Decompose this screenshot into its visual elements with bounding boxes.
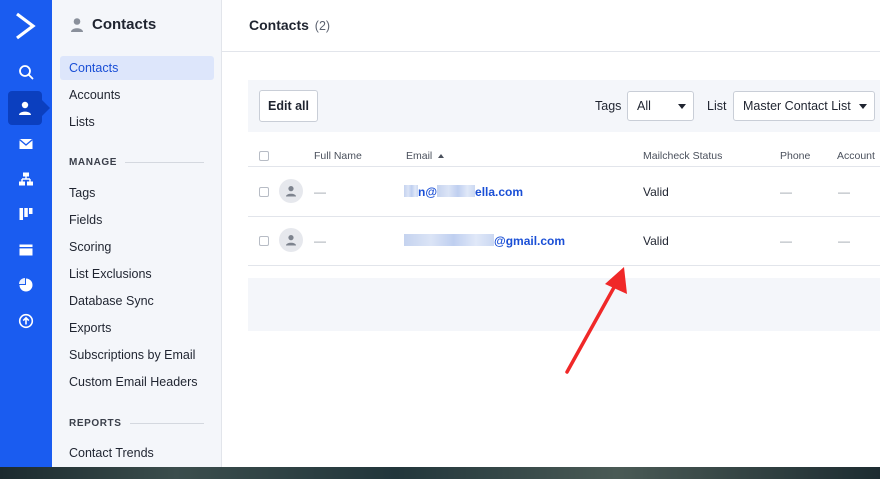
cell-account: — xyxy=(838,234,850,248)
app-icon-rail xyxy=(0,0,52,467)
nav-item-lists[interactable]: Lists xyxy=(60,110,214,134)
nav-item-exports[interactable]: Exports xyxy=(60,316,214,340)
tags-filter-value: All xyxy=(637,99,651,113)
page-title: Contacts (2) xyxy=(249,17,330,33)
list-filter-select[interactable]: Master Contact List xyxy=(733,91,875,121)
site-icon[interactable] xyxy=(0,233,52,267)
cell-email[interactable]: n@ ella.com xyxy=(404,185,523,199)
email-visible-start: n@ xyxy=(418,185,438,199)
email-icon[interactable] xyxy=(0,127,52,161)
column-mailcheck-status[interactable]: Mailcheck Status xyxy=(643,150,722,162)
avatar xyxy=(279,228,303,252)
cell-full-name: — xyxy=(314,234,326,248)
section-divider xyxy=(129,423,204,424)
list-filter-value: Master Contact List xyxy=(743,99,851,113)
table-header: Full Name Email Mailcheck Status Phone A… xyxy=(248,140,880,167)
main-content: Contacts (2) Edit all Tags All List Mast… xyxy=(222,0,880,467)
row-checkbox[interactable] xyxy=(259,187,269,197)
sort-ascending-icon xyxy=(438,154,445,158)
redacted-text xyxy=(404,234,494,246)
nav-item-tags[interactable]: Tags xyxy=(60,181,214,205)
person-icon xyxy=(286,235,296,246)
page-header: Contacts (2) xyxy=(222,0,880,52)
deals-icon[interactable] xyxy=(0,197,52,231)
subnav-title-label: Contacts xyxy=(92,16,157,33)
reports-section-heading: REPORTS xyxy=(69,418,204,429)
table-row[interactable]: — @gmail.com Valid — — xyxy=(248,217,880,266)
nav-item-contact-trends[interactable]: Contact Trends xyxy=(60,441,214,465)
select-all-checkbox[interactable] xyxy=(259,151,269,161)
list-filter-label: List xyxy=(707,99,727,113)
column-email-label: Email xyxy=(406,150,433,162)
search-icon[interactable] xyxy=(0,55,52,89)
cell-mailcheck-status: Valid xyxy=(643,234,669,248)
nav-item-fields[interactable]: Fields xyxy=(60,208,214,232)
cell-mailcheck-status: Valid xyxy=(643,185,669,199)
upgrade-icon[interactable] xyxy=(0,304,52,338)
redacted-text xyxy=(404,185,418,197)
reports-heading-label: REPORTS xyxy=(69,418,122,429)
chevron-down-icon xyxy=(678,104,686,109)
person-icon xyxy=(286,186,296,197)
manage-heading-label: MANAGE xyxy=(69,157,118,168)
cell-full-name: — xyxy=(314,185,326,199)
nav-item-database-sync[interactable]: Database Sync xyxy=(60,289,214,313)
contacts-subnav: Contacts Contacts Accounts Lists MANAGE … xyxy=(52,0,222,467)
column-full-name[interactable]: Full Name xyxy=(314,150,362,162)
nav-item-scoring[interactable]: Scoring xyxy=(60,235,214,259)
cell-email[interactable]: @gmail.com xyxy=(404,234,565,248)
cell-account: — xyxy=(838,185,850,199)
logo-icon[interactable] xyxy=(13,10,39,42)
tags-filter-select[interactable]: All xyxy=(627,91,694,121)
table-row[interactable]: — n@ ella.com Valid — — xyxy=(248,168,880,217)
active-indicator xyxy=(42,100,50,116)
subnav-title: Contacts xyxy=(70,16,156,33)
annotation-arrow-icon xyxy=(565,267,627,374)
avatar xyxy=(279,179,303,203)
email-visible-end: ella.com xyxy=(475,185,524,199)
nav-item-subscriptions-by-email[interactable]: Subscriptions by Email xyxy=(60,343,214,367)
column-account[interactable]: Account xyxy=(837,150,875,162)
reports-icon[interactable] xyxy=(0,268,52,302)
nav-item-contacts[interactable]: Contacts xyxy=(60,56,214,80)
nav-item-accounts[interactable]: Accounts xyxy=(60,83,214,107)
cell-phone: — xyxy=(780,234,792,248)
person-icon xyxy=(71,17,83,32)
desktop-background xyxy=(0,467,880,479)
nav-item-custom-email-headers[interactable]: Custom Email Headers xyxy=(60,370,214,394)
tags-filter-label: Tags xyxy=(595,99,622,113)
email-visible-end: @gmail.com xyxy=(494,234,566,248)
column-email[interactable]: Email xyxy=(406,150,445,162)
contacts-toolbar: Edit all Tags All List Master Contact Li… xyxy=(248,80,880,132)
redacted-text xyxy=(437,185,476,197)
row-checkbox[interactable] xyxy=(259,236,269,246)
edit-all-button[interactable]: Edit all xyxy=(259,90,318,122)
nav-item-list-exclusions[interactable]: List Exclusions xyxy=(60,262,214,286)
section-divider xyxy=(125,162,204,163)
page-title-label: Contacts xyxy=(249,17,309,33)
contacts-icon[interactable] xyxy=(8,91,42,125)
manage-section-heading: MANAGE xyxy=(69,157,204,168)
column-phone[interactable]: Phone xyxy=(780,150,810,162)
automation-icon[interactable] xyxy=(0,162,52,196)
chevron-down-icon xyxy=(859,104,867,109)
cell-phone: — xyxy=(780,185,792,199)
contact-count: (2) xyxy=(314,19,331,33)
